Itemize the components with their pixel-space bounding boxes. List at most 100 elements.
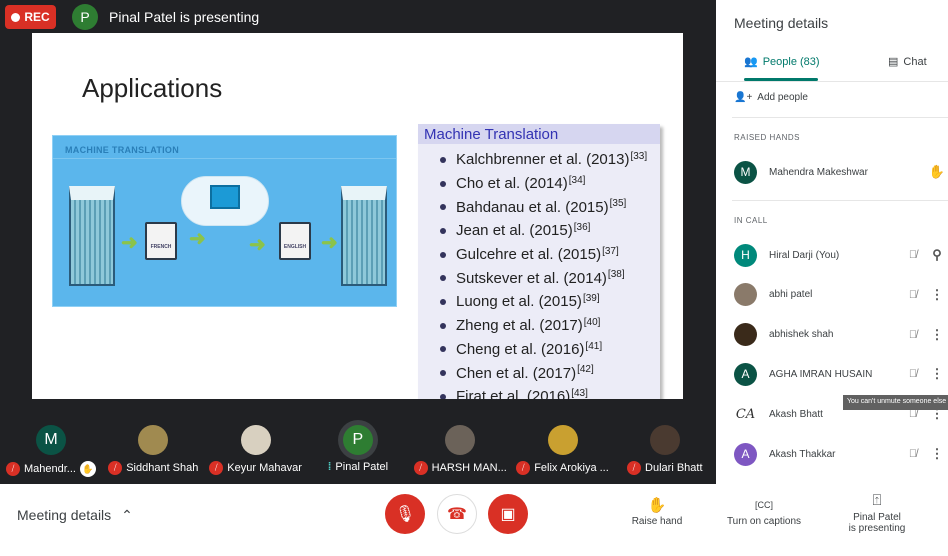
participant-name: Felix Arokiya ... bbox=[534, 462, 609, 474]
recording-badge: REC bbox=[5, 5, 56, 29]
bullet-icon bbox=[440, 346, 446, 353]
participant-name: Akash Thakkar bbox=[769, 448, 836, 460]
avatar: P bbox=[342, 425, 373, 455]
mic-muted-icon[interactable]: 🎙̸ bbox=[900, 368, 926, 380]
camera-toggle-button[interactable]: ▣ bbox=[488, 494, 528, 534]
participant-row[interactable]: H Hiral Darji (You) 🎙̸ ⚲ bbox=[734, 241, 948, 269]
participant-row[interactable]: A Akash Thakkar 🎙̸ ⋮ bbox=[734, 440, 948, 468]
participant-label: ⧸ HARSH MAN... bbox=[409, 461, 511, 475]
reference-number: [33] bbox=[630, 151, 648, 162]
shared-slide: Applications MACHINE TRANSLATION ➜ FRENC… bbox=[32, 33, 683, 399]
tab-chat-label: Chat bbox=[903, 55, 927, 68]
mic-muted-icon[interactable]: 🎙̸ bbox=[900, 329, 926, 341]
participant-name: AGHA IMRAN HUSAIN bbox=[769, 368, 873, 380]
reference-item: Gulcehre et al. (2015) [37] bbox=[440, 243, 660, 267]
reference-list: Kalchbrenner et al. (2013) [33] Cho et al.… bbox=[418, 144, 660, 399]
bullet-icon bbox=[440, 322, 446, 329]
participant-tile[interactable]: ⧸ HARSH MAN... bbox=[409, 425, 511, 475]
pin-icon[interactable]: ⚲ bbox=[926, 247, 948, 263]
avatar: CA bbox=[734, 402, 757, 426]
bullet-icon bbox=[440, 298, 446, 305]
mic-muted-icon[interactable]: 🎙̸ bbox=[900, 289, 926, 301]
participant-name: Mahendr... bbox=[24, 463, 76, 475]
participant-row[interactable]: abhi patel 🎙̸ ⋮ bbox=[734, 281, 948, 309]
raised-hand-icon: ✋ bbox=[79, 461, 96, 477]
avatar: M bbox=[36, 425, 66, 455]
hang-up-icon: ☎ bbox=[447, 506, 467, 523]
reference-text: Cho et al. (2014) bbox=[456, 175, 568, 193]
tab-people[interactable]: 👥 People (83) bbox=[744, 55, 820, 69]
reference-number: [34] bbox=[568, 174, 586, 186]
reference-item: Sutskever et al. (2014) [38] bbox=[440, 266, 660, 290]
reference-text: Kalchbrenner et al. (2013) bbox=[456, 151, 630, 169]
reference-text: Gulcehre et al. (2015) bbox=[456, 246, 602, 264]
cloud-laptop-icon bbox=[181, 176, 269, 226]
document-icon: ENGLISH bbox=[279, 222, 311, 260]
presenting-button[interactable]: ⍐ Pinal Patel is presenting bbox=[827, 492, 927, 534]
participant-tile[interactable]: M ⧸ Mahendr... ✋ bbox=[0, 425, 102, 477]
arrow-icon: ➜ bbox=[249, 234, 266, 256]
participant-name: abhi patel bbox=[769, 289, 813, 301]
raise-hand-button[interactable]: ✋ Raise hand bbox=[607, 496, 707, 527]
rec-label: REC bbox=[24, 10, 50, 24]
reference-number: [36] bbox=[573, 222, 591, 234]
captions-button[interactable]: [CC] Turn on captions bbox=[714, 496, 814, 527]
avatar bbox=[734, 283, 757, 307]
more-options-icon[interactable]: ⋮ bbox=[926, 327, 948, 343]
participant-filmstrip: M ⧸ Mahendr... ✋ ⧸ Siddhant Shah ⧸ Keyur Mahava… bbox=[0, 400, 716, 484]
meeting-details-button[interactable]: Meeting details ⌃ bbox=[17, 507, 133, 524]
present-screen-icon: ⍐ bbox=[872, 492, 882, 509]
reference-text: Jean et al. (2015) bbox=[456, 222, 573, 240]
avatar: A bbox=[734, 442, 757, 466]
participant-tile[interactable]: P ⁞ Pinal Patel bbox=[307, 425, 409, 473]
mic-off-icon: 🎙 bbox=[394, 506, 416, 523]
presenting-label-1: Pinal Patel bbox=[853, 512, 901, 523]
reference-text: Bahdanau et al. (2015) bbox=[456, 198, 609, 216]
reference-item: Cheng et al. (2016) [41] bbox=[440, 338, 660, 362]
participant-row[interactable]: M Mahendra Makeshwar ✋ bbox=[734, 158, 948, 186]
raised-hand-icon[interactable]: ✋ bbox=[926, 164, 948, 180]
reference-item: Jean et al. (2015) [36] bbox=[440, 219, 660, 243]
add-person-icon: 👤+ bbox=[734, 92, 753, 103]
participant-label: ⁞ Pinal Patel bbox=[307, 461, 409, 473]
more-options-icon[interactable]: ⋮ bbox=[926, 366, 948, 382]
microphone-toggle-button[interactable]: 🎙 bbox=[385, 494, 425, 534]
machine-translation-figure: MACHINE TRANSLATION ➜ FRENCH ➜ ➜ ENGLISH… bbox=[52, 135, 397, 307]
tab-chat[interactable]: ▤ Chat bbox=[888, 55, 927, 69]
participant-row[interactable]: A AGHA IMRAN HUSAIN 🎙̸ ⋮ bbox=[734, 360, 948, 388]
participant-tile[interactable]: ⧸ Dulari Bhatt bbox=[614, 425, 716, 475]
references-block: Machine Translation Kalchbrenner et al. … bbox=[418, 124, 660, 399]
participant-tile[interactable]: ⧸ Keyur Mahavar bbox=[205, 425, 307, 475]
reference-item: Kalchbrenner et al. (2013) [33] bbox=[440, 148, 660, 172]
people-icon: 👥 bbox=[744, 56, 758, 68]
unmute-tooltip: You can't unmute someone else bbox=[843, 395, 948, 410]
avatar: A bbox=[734, 362, 757, 386]
reference-number: [38] bbox=[607, 269, 625, 281]
avatar bbox=[138, 425, 169, 455]
panel-title: Meeting details bbox=[734, 15, 829, 31]
reference-number: [35] bbox=[609, 198, 627, 210]
reference-number: [40] bbox=[583, 316, 601, 328]
participant-row[interactable]: abhishek shah 🎙̸ ⋮ bbox=[734, 321, 948, 349]
mic-muted-icon: ⧸ bbox=[627, 461, 642, 475]
reference-number: [39] bbox=[582, 293, 600, 305]
participant-tile[interactable]: ⧸ Felix Arokiya ... bbox=[512, 425, 614, 475]
more-options-icon[interactable]: ⋮ bbox=[926, 287, 948, 303]
avatar bbox=[445, 425, 476, 455]
participant-name: Mahendra Makeshwar bbox=[769, 166, 868, 178]
participant-label: ⧸ Mahendr... ✋ bbox=[0, 461, 102, 477]
mic-muted-icon[interactable]: 🎙̸ bbox=[900, 448, 926, 460]
bullet-icon bbox=[440, 156, 446, 163]
leave-call-button[interactable]: ☎ bbox=[437, 494, 477, 534]
figure-title: MACHINE TRANSLATION bbox=[65, 145, 180, 155]
slide-title: Applications bbox=[82, 73, 223, 103]
more-options-icon[interactable]: ⋮ bbox=[926, 446, 948, 462]
participant-tile[interactable]: ⧸ Siddhant Shah bbox=[102, 425, 204, 475]
mic-muted-icon[interactable]: 🎙̸ bbox=[900, 249, 926, 261]
add-people-button[interactable]: 👤+ Add people bbox=[734, 92, 808, 103]
bullet-icon bbox=[440, 393, 446, 399]
mic-muted-icon: ⧸ bbox=[413, 461, 428, 475]
reference-text: Firat et al. (2016) bbox=[456, 388, 571, 399]
reference-item: Cho et al. (2014) [34] bbox=[440, 172, 660, 196]
bottom-bar: Meeting details ⌃ 🎙 ☎ ▣ ✋ Raise hand [CC]… bbox=[0, 484, 948, 556]
